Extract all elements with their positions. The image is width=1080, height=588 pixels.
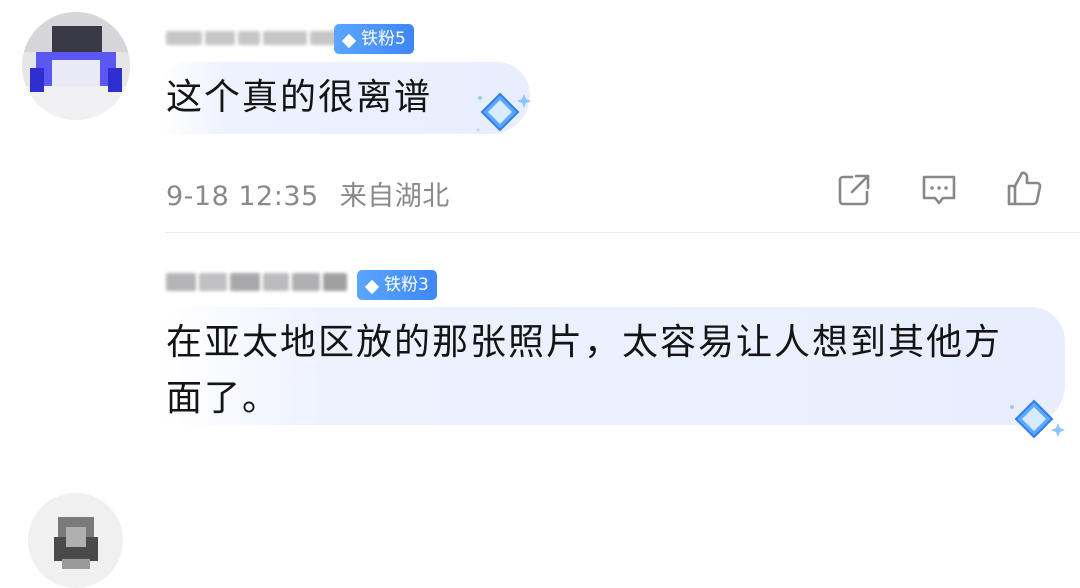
like-icon (1007, 171, 1042, 206)
diamond-icon (340, 30, 358, 49)
comment-text: 在亚太地区放的那张照片，太容易让人想到其他方 面了。 (166, 315, 1066, 427)
reply-button[interactable] (919, 170, 959, 210)
comment-item: 铁粉3 在亚太地区放的那张照片，太容易让人想到其他方 面了。 (0, 233, 1080, 588)
username-blurred[interactable] (166, 31, 340, 45)
fan-badge[interactable]: 铁粉3 (357, 270, 437, 300)
avatar[interactable] (28, 493, 123, 588)
comment-text-line: 在亚太地区放的那张照片，太容易让人想到其他方 (166, 322, 1003, 363)
fan-badge-label: 铁粉5 (361, 29, 406, 49)
comment-text: 这个真的很离谱 (166, 77, 433, 118)
comment-text-line: 面了。 (166, 378, 281, 419)
comment-time: 9-18 12:35 (166, 181, 319, 212)
crystal-decoration-icon (470, 86, 540, 142)
username-blurred[interactable] (166, 273, 347, 291)
comment-meta: 9-18 12:35 来自湖北 (166, 174, 450, 213)
avatar[interactable] (22, 12, 130, 120)
diamond-icon (363, 276, 381, 295)
comment-location: 来自湖北 (339, 181, 450, 212)
comment-item: 铁粉5 这个真的很离谱 9-18 12:35 来自湖北 (0, 0, 1080, 232)
share-icon (838, 174, 870, 206)
like-button[interactable] (1004, 168, 1044, 208)
share-button[interactable] (834, 170, 874, 210)
fan-badge[interactable]: 铁粉5 (334, 24, 414, 54)
reply-icon (922, 175, 956, 205)
crystal-decoration-icon (1000, 393, 1070, 449)
fan-badge-label: 铁粉3 (384, 275, 429, 295)
